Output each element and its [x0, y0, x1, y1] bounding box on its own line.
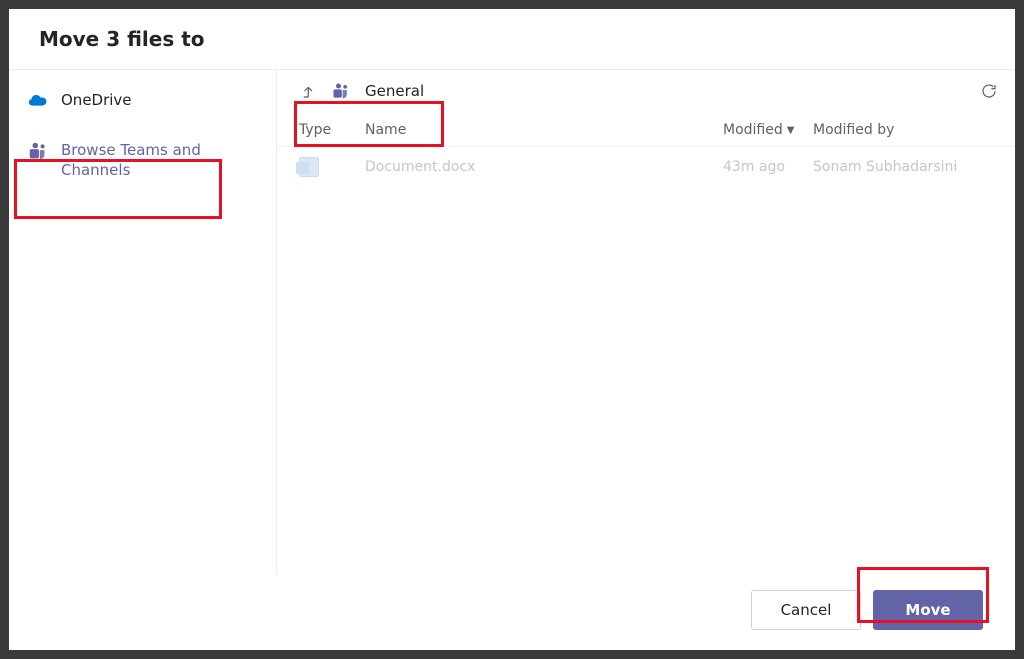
column-header-name[interactable]: Name — [365, 122, 723, 138]
sidebar-item-onedrive[interactable]: OneDrive — [9, 76, 276, 126]
dialog-header: Move 3 files to — [9, 9, 1015, 70]
table-row[interactable]: Document.docx 43m ago Sonam Subhadarsini — [277, 147, 1015, 187]
sidebar-item-browse-teams[interactable]: Browse Teams and Channels — [9, 126, 276, 195]
columns-header: Type Name Modified ▼ Modified by — [277, 112, 1015, 147]
refresh-button[interactable] — [979, 81, 999, 101]
dialog-body: OneDrive Browse Teams and Channels — [9, 70, 1015, 574]
sidebar-item-label: Browse Teams and Channels — [61, 140, 260, 181]
cancel-button[interactable]: Cancel — [751, 590, 861, 630]
column-header-modified[interactable]: Modified ▼ — [723, 122, 813, 138]
dialog-title: Move 3 files to — [39, 27, 985, 51]
breadcrumb-bar: General — [277, 70, 1015, 112]
file-modified: 43m ago — [723, 159, 813, 175]
up-level-button[interactable] — [299, 81, 319, 101]
breadcrumb-current[interactable]: General — [365, 82, 424, 100]
file-modifiedby: Sonam Subhadarsini — [813, 159, 993, 175]
sidebar-item-label: OneDrive — [61, 90, 132, 110]
file-name: Document.docx — [365, 159, 723, 175]
column-header-modified-label: Modified — [723, 122, 783, 138]
move-button[interactable]: Move — [873, 590, 983, 630]
file-type-icon-cell — [299, 157, 365, 177]
word-document-icon — [299, 157, 319, 177]
dialog-footer: Cancel Move — [9, 574, 1015, 650]
teams-icon — [331, 80, 353, 102]
main-panel: General Type Name Modified ▼ Modified by — [277, 70, 1015, 574]
move-files-dialog: Move 3 files to OneDrive Browse Teams an… — [9, 9, 1015, 650]
teams-icon — [27, 140, 49, 162]
sort-descending-icon: ▼ — [787, 125, 795, 136]
breadcrumb: General — [299, 80, 424, 102]
column-header-modifiedby[interactable]: Modified by — [813, 122, 993, 138]
column-header-type[interactable]: Type — [299, 122, 365, 138]
onedrive-icon — [27, 90, 49, 112]
sidebar: OneDrive Browse Teams and Channels — [9, 70, 277, 574]
